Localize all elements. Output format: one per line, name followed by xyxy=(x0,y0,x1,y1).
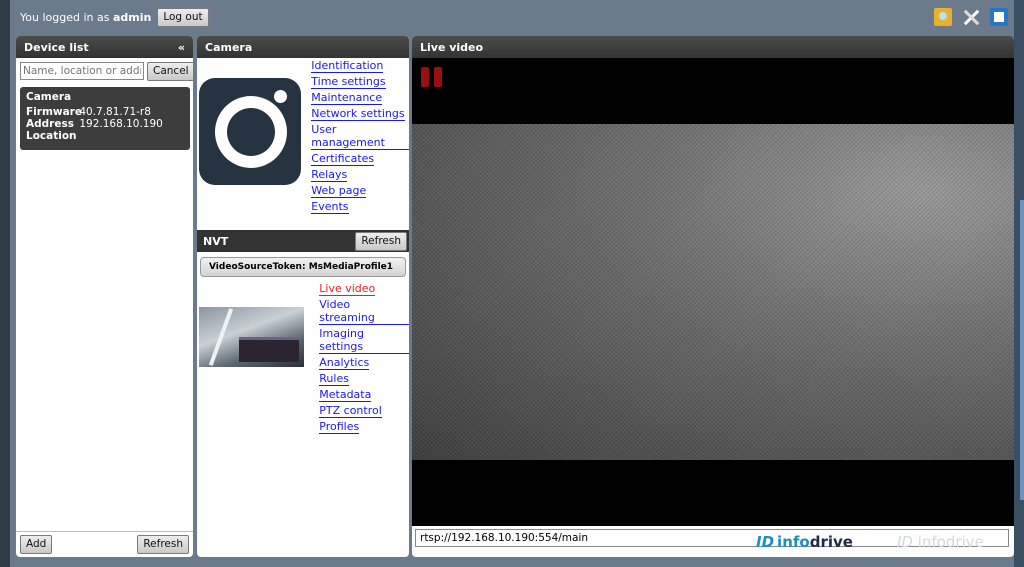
nvt-link-metadata[interactable]: Metadata xyxy=(319,388,372,402)
camera-link-maintenance[interactable]: Maintenance xyxy=(311,91,383,105)
device-search-input[interactable] xyxy=(20,62,144,80)
window-left-edge xyxy=(0,0,10,567)
token-value: MsMediaProfile1 xyxy=(308,262,394,272)
nvt-link-analytics[interactable]: Analytics xyxy=(319,356,370,370)
logout-button[interactable]: Log out xyxy=(157,7,209,27)
camera-panel: Camera Identification Time settings Mainte… xyxy=(197,36,409,557)
infodrive-logo-faded: ID infodrive xyxy=(897,533,984,551)
token-label: VideoSourceToken: xyxy=(209,262,306,272)
brand-mark: ID xyxy=(756,533,775,551)
add-device-button[interactable]: Add xyxy=(20,535,53,554)
camera-link-identification[interactable]: Identification xyxy=(311,59,384,73)
device-search-row: Cancel xyxy=(16,58,193,81)
tools-icon[interactable] xyxy=(962,8,980,26)
device-list-footer: Add Refresh xyxy=(16,531,193,557)
nvt-link-imaging-settings[interactable]: Imaging settings xyxy=(319,327,409,354)
camera-link-certificates[interactable]: Certificates xyxy=(311,152,375,166)
live-video-header: Live video xyxy=(412,36,1014,58)
address-value: 192.168.10.190 xyxy=(79,118,163,130)
device-list-title: Device list xyxy=(24,40,89,54)
camera-title: Camera xyxy=(205,40,253,54)
nvt-title: NVT xyxy=(203,234,229,248)
nvt-link-profiles[interactable]: Profiles xyxy=(319,420,360,434)
camera-flash-shape xyxy=(274,90,288,103)
cancel-search-button[interactable]: Cancel xyxy=(147,62,193,81)
nvt-refresh-button[interactable]: Refresh xyxy=(355,231,407,251)
brand-ghost-mark: ID xyxy=(897,533,913,551)
video-thumbnail[interactable] xyxy=(199,307,305,367)
camera-header: Camera xyxy=(197,36,409,58)
login-prefix: You logged in as xyxy=(20,10,110,24)
window-right-edge xyxy=(1014,0,1024,567)
device-firmware-row: Firmware 40.7.81.71-r8 xyxy=(26,106,184,118)
camera-top: Identification Time settings Maintenance Ne… xyxy=(197,58,409,214)
device-location-row: Location xyxy=(26,130,184,142)
nvt-body: Live video Video streaming Imaging setting… xyxy=(197,277,409,436)
address-label: Address xyxy=(26,118,74,130)
location-label: Location xyxy=(26,130,77,142)
nvt-links: Live video Video streaming Imaging setting… xyxy=(304,277,409,436)
camera-link-web-page[interactable]: Web page xyxy=(311,184,367,198)
nvt-link-rules[interactable]: Rules xyxy=(319,372,349,386)
brand-info: info xyxy=(777,533,810,551)
thumbnail-object-shape xyxy=(239,337,299,362)
thumbnail-beam-shape xyxy=(208,308,234,366)
camera-logo-icon xyxy=(199,78,302,185)
nvt-link-video-streaming[interactable]: Video streaming xyxy=(319,298,409,325)
camera-link-user-management[interactable]: User management xyxy=(311,123,409,150)
camera-link-events[interactable]: Events xyxy=(311,200,349,214)
live-video-panel: Live video ID infodrive ID infodrive xyxy=(412,36,1014,557)
folder-image-icon[interactable] xyxy=(934,8,952,26)
brand-drive: drive xyxy=(809,533,853,551)
help-book-icon[interactable] xyxy=(990,8,1008,26)
firmware-label: Firmware xyxy=(26,106,82,118)
nvt-link-live-video[interactable]: Live video xyxy=(319,282,376,296)
brand-name: infodrive xyxy=(777,533,853,551)
device-list-panel: Device list « Cancel Camera Firmware 40.… xyxy=(16,36,193,557)
camera-link-relays[interactable]: Relays xyxy=(311,168,348,182)
camera-link-network-settings[interactable]: Network settings xyxy=(311,107,405,121)
camera-link-time-settings[interactable]: Time settings xyxy=(311,75,386,89)
live-video-title: Live video xyxy=(420,40,484,54)
video-player[interactable] xyxy=(412,58,1014,526)
infodrive-logo: ID infodrive xyxy=(756,533,853,551)
camera-links: Identification Time settings Maintenance Ne… xyxy=(311,58,409,214)
refresh-devices-button[interactable]: Refresh xyxy=(137,535,189,554)
pause-icon[interactable] xyxy=(421,67,442,87)
scrollbar-strip[interactable] xyxy=(1020,200,1024,500)
device-list-header: Device list « xyxy=(16,36,193,58)
device-card[interactable]: Camera Firmware 40.7.81.71-r8 Address 19… xyxy=(20,87,190,150)
device-address-row: Address 192.168.10.190 xyxy=(26,118,184,130)
login-status: You logged in as admin xyxy=(20,11,151,24)
video-frame xyxy=(412,124,1014,460)
logged-user: admin xyxy=(112,10,152,24)
firmware-value: 40.7.81.71-r8 xyxy=(79,106,151,118)
top-icons xyxy=(934,8,1008,26)
camera-lens-shape xyxy=(215,96,287,168)
nvt-link-ptz-control[interactable]: PTZ control xyxy=(319,404,382,418)
video-source-token-bar[interactable]: VideoSourceToken: MsMediaProfile1 xyxy=(200,257,406,277)
collapse-icon[interactable]: « xyxy=(178,41,185,54)
brand-ghost-text: infodrive xyxy=(917,533,984,551)
device-name: Camera xyxy=(26,91,72,103)
top-bar: You logged in as admin Log out xyxy=(10,0,1014,34)
nvt-header: NVT Refresh xyxy=(197,230,409,252)
